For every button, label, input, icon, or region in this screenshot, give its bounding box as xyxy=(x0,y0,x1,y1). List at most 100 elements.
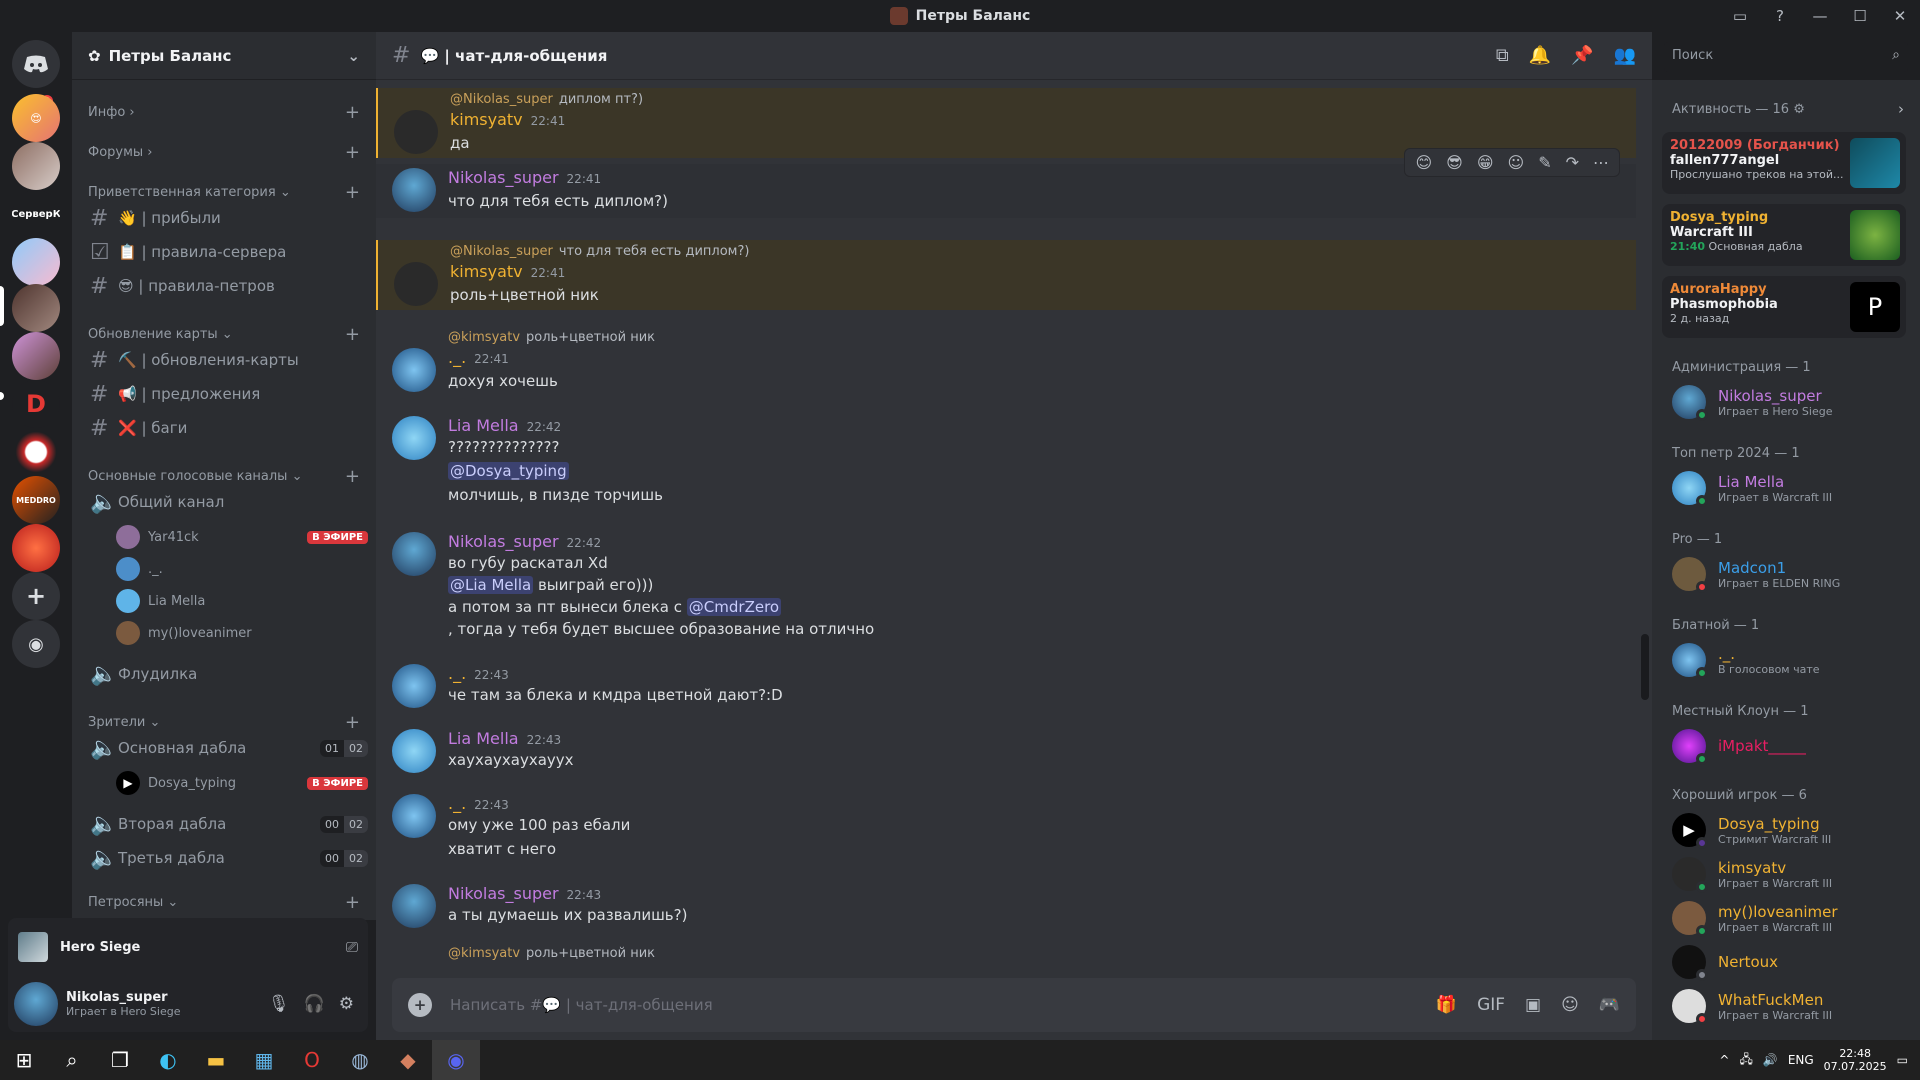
user-mention[interactable]: @Lia Mella xyxy=(448,576,534,594)
inbox-icon[interactable]: ▭ xyxy=(1720,7,1760,25)
close-button[interactable]: ✕ xyxy=(1880,7,1920,25)
opera-icon[interactable]: O xyxy=(288,1040,336,1080)
more-icon[interactable]: ⋯ xyxy=(1593,153,1609,172)
help-icon[interactable]: ? xyxy=(1760,7,1800,25)
channel-suggest[interactable]: # 📢 | предложения xyxy=(80,378,368,410)
server-icon[interactable]: 😍 xyxy=(12,94,60,142)
pin-icon[interactable]: 📌 xyxy=(1571,45,1593,66)
voice-user[interactable]: Yar41ck В ЭФИРЕ xyxy=(116,522,368,552)
message[interactable]: Nikolas_super 22:43 а ты думаешь их разва… xyxy=(376,880,1636,930)
server-icon[interactable] xyxy=(12,238,60,286)
member[interactable]: my()loveanimer Играет в Warcraft III xyxy=(1672,896,1912,940)
add-channel-icon[interactable]: + xyxy=(345,466,360,487)
member[interactable]: Madcon1 Играет в ELDEN RING xyxy=(1672,552,1912,596)
forward-icon[interactable]: ↷ xyxy=(1566,153,1579,172)
discord-icon[interactable]: ◉ xyxy=(432,1040,480,1080)
game-icon[interactable]: ◆ xyxy=(384,1040,432,1080)
message[interactable]: Lia Mella 22:42 ?????????????? @Dosya_typ… xyxy=(376,412,1636,508)
voice-user[interactable]: ▶ Dosya_typing В ЭФИРЕ xyxy=(116,768,368,798)
message[interactable]: Nikolas_super 22:42 во губу раскатал Xd @… xyxy=(376,528,1636,638)
voice-user[interactable]: ._. xyxy=(116,554,368,584)
voice-channel-main-dabla[interactable]: 🔈 Основная дабла 01 02 xyxy=(80,732,368,764)
category-info[interactable]: Инфо › + xyxy=(88,102,360,123)
members-icon[interactable]: 👥 xyxy=(1614,45,1636,66)
member[interactable]: Lia Mella Играет в Warcraft III xyxy=(1672,466,1912,510)
channel-petrov[interactable]: # 😎 | правила-петров xyxy=(80,270,368,302)
add-channel-icon[interactable]: + xyxy=(345,712,360,733)
add-channel-icon[interactable]: + xyxy=(345,324,360,345)
voice-channel-flood[interactable]: 🔈 Флудилка xyxy=(80,658,368,690)
attach-icon[interactable]: + xyxy=(408,993,432,1017)
message-composer[interactable]: + Написать #💬 | чат-для-общения 🎁 GIF ▣ ☺ 🎮 xyxy=(392,978,1636,1032)
sticker-icon[interactable]: ▣ xyxy=(1525,995,1541,1015)
message[interactable]: @kimsyatv роль+цветной ник ._. 22:41 дохуя… xyxy=(376,326,1636,396)
category-welcome[interactable]: Приветственная категория ⌄ + xyxy=(88,182,360,203)
server-icon[interactable]: СерверК xyxy=(12,190,60,238)
activity-card[interactable]: Dosya_typing Warcraft III 21:40 Основная д… xyxy=(1662,204,1906,266)
gift-icon[interactable]: 🎁 xyxy=(1436,995,1457,1015)
member[interactable]: kimsyatv Играет в Warcraft III xyxy=(1672,852,1912,896)
reaction-icon[interactable]: 😎 xyxy=(1446,153,1463,172)
server-icon[interactable] xyxy=(12,524,60,572)
microphone-icon[interactable]: 🎙 xyxy=(268,994,290,1014)
server-icon-active[interactable] xyxy=(12,284,60,332)
member[interactable]: Nertoux xyxy=(1672,940,1912,984)
chevron-up-icon[interactable]: ^ xyxy=(1719,1053,1729,1067)
channel-rules[interactable]: ☑ 📋 | правила-сервера xyxy=(80,236,368,268)
user-mention[interactable]: @Dosya_typing xyxy=(448,462,569,480)
steam-icon[interactable]: ◍ xyxy=(336,1040,384,1080)
store-icon[interactable]: ▦ xyxy=(240,1040,288,1080)
activity-card[interactable]: AuroraHappy Phasmophobia 2 д. назад P xyxy=(1662,276,1906,338)
message[interactable]: @Nikolas_super что для тебя есть диплом?)… xyxy=(376,240,1636,310)
voice-channel-third-dabla[interactable]: 🔈 Третья дабла 00 02 xyxy=(80,842,368,874)
avatar[interactable] xyxy=(14,982,58,1026)
home-icon[interactable] xyxy=(12,40,60,88)
edit-icon[interactable]: ✎ xyxy=(1538,153,1551,172)
volume-icon[interactable]: 🔊 xyxy=(1763,1053,1778,1067)
server-icon[interactable] xyxy=(12,142,60,190)
voice-channel-second-dabla[interactable]: 🔈 Вторая дабла 00 02 xyxy=(80,808,368,840)
user-mention[interactable]: @CmdrZero xyxy=(686,598,782,616)
message[interactable]: @kimsyatv роль+цветной ник xyxy=(376,942,1636,960)
member[interactable]: WhatFuckMen Играет в Warcraft III xyxy=(1672,984,1912,1028)
reaction-icon[interactable]: 😊 xyxy=(1415,153,1432,172)
edge-icon[interactable]: ◐ xyxy=(144,1040,192,1080)
channel-mapupd[interactable]: # ⛏️ | обновления-карты xyxy=(80,344,368,376)
game-controller-icon[interactable]: 🎮 xyxy=(1599,995,1620,1015)
server-icon[interactable] xyxy=(12,332,60,380)
activity-panel[interactable]: Hero Siege ⎚ xyxy=(8,918,368,976)
headphones-icon[interactable]: 🎧 xyxy=(304,994,325,1014)
channel-arrived[interactable]: # 👋 | прибыли xyxy=(80,202,368,234)
server-header[interactable]: ✿ Петры Баланс ⌄ xyxy=(72,32,376,80)
voice-user[interactable]: my()loveanimer xyxy=(116,618,368,648)
message[interactable]: Lia Mella 22:43 хаухаухаухауух xyxy=(376,725,1636,775)
message[interactable]: 😊 😎 😁 ☺ ✎ ↷ ⋯ Nikolas_super 22:41 что для тебя … xyxy=(376,148,1636,218)
discover-icon[interactable]: ◉ xyxy=(12,620,60,668)
member[interactable]: ▶ Dosya_typing Стримит Warcraft III xyxy=(1672,808,1912,852)
notifications-icon[interactable]: ▭ xyxy=(1897,1053,1908,1067)
screen-share-icon[interactable]: ⎚ xyxy=(346,938,358,956)
minimize-button[interactable]: — xyxy=(1800,7,1840,25)
voice-user[interactable]: Lia Mella xyxy=(116,586,368,616)
activity-card[interactable]: 20122009 (Богданчик) fallen777angel Прослу… xyxy=(1662,132,1906,194)
message-input[interactable]: Написать #💬 | чат-для-общения xyxy=(450,996,713,1014)
emoji-icon[interactable]: ☺ xyxy=(1561,995,1579,1015)
add-server-button[interactable]: + xyxy=(12,572,60,620)
add-channel-icon[interactable]: + xyxy=(345,142,360,163)
voice-channel-general[interactable]: 🔈 Общий канал xyxy=(80,486,368,518)
server-icon[interactable] xyxy=(12,428,60,476)
message[interactable]: ._. 22:43 че там за блека и кмдра цветной… xyxy=(376,660,1636,710)
reaction-icon[interactable]: 😁 xyxy=(1477,153,1494,172)
windows-start-icon[interactable]: ⊞ xyxy=(0,1040,48,1080)
maximize-button[interactable]: ☐ xyxy=(1840,7,1880,25)
chevron-right-icon[interactable]: › xyxy=(1898,100,1904,118)
file-explorer-icon[interactable]: ▬ xyxy=(192,1040,240,1080)
language-indicator[interactable]: ENG xyxy=(1788,1053,1814,1067)
member[interactable]: Nikolas_super Играет в Hero Siege xyxy=(1672,380,1912,424)
server-icon[interactable]: D xyxy=(12,380,60,428)
channel-bugs[interactable]: # ❌ | баги xyxy=(80,412,368,444)
category-forums[interactable]: Форумы › + xyxy=(88,142,360,163)
search-icon[interactable]: ⌕ xyxy=(48,1040,96,1080)
clock[interactable]: 22:48 07.07.2025 xyxy=(1824,1047,1887,1073)
network-icon[interactable]: 🖧 xyxy=(1739,1050,1752,1071)
